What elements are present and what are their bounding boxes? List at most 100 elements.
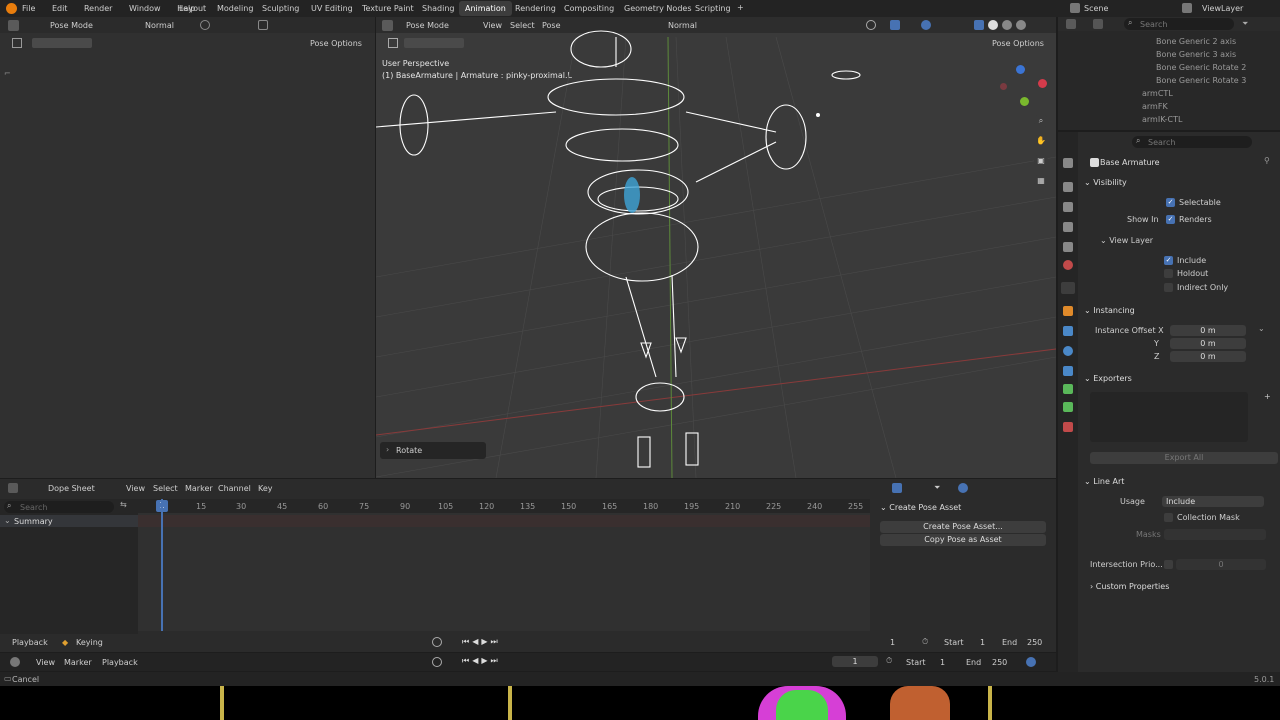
blender-logo-icon[interactable] — [6, 3, 17, 14]
tab-layout[interactable]: Layout — [179, 4, 206, 13]
properties-search[interactable]: ⌕ Search — [1132, 136, 1252, 148]
editor-type-icon[interactable] — [8, 20, 19, 31]
instancing-header[interactable]: ⌄ Instancing — [1084, 304, 1276, 317]
line-art-header[interactable]: ⌄ Line Art — [1084, 475, 1276, 488]
visibility-header[interactable]: ⌄ Visibility — [1084, 176, 1276, 189]
scene-selector[interactable]: Scene — [1084, 4, 1108, 13]
timeline-menu-playback[interactable]: Playback — [102, 658, 138, 667]
snapping-icon[interactable] — [958, 483, 968, 493]
dope-playback-menu[interactable]: Playback — [12, 638, 48, 647]
instance-offset-x[interactable]: 0 m — [1170, 325, 1246, 336]
dope-frame-field[interactable]: 1 — [890, 638, 895, 647]
swap-icon[interactable]: ⇆ — [120, 500, 127, 509]
tab-animation[interactable]: Animation — [459, 1, 512, 16]
camera-view-icon[interactable]: ▣ — [1034, 154, 1048, 168]
left-proportional-icon[interactable] — [258, 20, 268, 30]
tab-view-layer-icon[interactable] — [1063, 222, 1073, 232]
include-toggle[interactable]: ✓ Include — [1164, 254, 1206, 267]
exporters-list[interactable] — [1090, 392, 1248, 442]
timeline-sync-icon[interactable] — [1026, 657, 1036, 667]
keyframe-area[interactable] — [138, 499, 870, 631]
indirect-only-checkbox[interactable] — [1164, 283, 1173, 292]
usage-dropdown[interactable]: Include — [1162, 496, 1264, 507]
dope-sheet-menu-channel[interactable]: Channel — [218, 484, 251, 493]
tab-tool-icon[interactable] — [1063, 158, 1073, 168]
gizmo-neg-x[interactable] — [1000, 83, 1007, 90]
masks-field[interactable] — [1164, 529, 1266, 540]
chevron-down-icon[interactable]: ⌄ — [1258, 324, 1265, 333]
left-snap-icon[interactable] — [200, 20, 210, 30]
tab-scene-icon[interactable] — [1063, 242, 1073, 252]
collection-mask-checkbox[interactable] — [1164, 513, 1173, 522]
outliner-editor-icon[interactable] — [1066, 19, 1076, 29]
tab-output-icon[interactable] — [1063, 202, 1073, 212]
zoom-icon[interactable]: ⌕ — [1034, 114, 1048, 128]
outliner-item[interactable]: Bone Generic Rotate 3 — [1156, 74, 1246, 87]
left-select-tool-icon[interactable] — [12, 38, 22, 48]
pan-hand-icon[interactable]: ✋ — [1034, 134, 1048, 148]
add-workspace-icon[interactable]: + — [737, 3, 744, 12]
custom-properties-header[interactable]: › Custom Properties — [1090, 580, 1169, 593]
tab-bone-constraint-icon[interactable] — [1063, 422, 1073, 432]
holdout-checkbox[interactable] — [1164, 269, 1173, 278]
instance-offset-y[interactable]: 0 m — [1170, 338, 1246, 349]
filter-icon[interactable]: ⏷ — [934, 483, 940, 493]
auto-key-icon[interactable] — [432, 657, 442, 667]
outliner-item[interactable]: Bone Generic 3 axis — [1156, 48, 1236, 61]
outliner-item[interactable]: armIK-CTL — [1142, 113, 1182, 126]
armature-wireframe[interactable] — [376, 17, 1056, 478]
selectable-toggle[interactable]: ✓ Selectable — [1166, 196, 1221, 209]
export-all-button[interactable]: Export All — [1090, 452, 1278, 464]
tab-geometry-nodes[interactable]: Geometry Nodes — [624, 4, 691, 13]
add-exporter-icon[interactable]: + — [1264, 392, 1271, 401]
outliner-item[interactable]: Bone Generic 2 axis — [1156, 35, 1236, 48]
outliner-item[interactable]: Bone Generic Rotate 2 — [1156, 61, 1246, 74]
dope-sheet-menu-select[interactable]: Select — [153, 484, 178, 493]
last-operator-panel[interactable]: › Rotate — [380, 442, 486, 459]
left-orientation-selector[interactable]: Normal — [145, 21, 174, 30]
tab-texture-paint[interactable]: Texture Paint — [362, 4, 414, 13]
transport-controls[interactable]: ⏮◀▶⏭ — [462, 656, 501, 666]
renders-checkbox[interactable]: ✓ — [1166, 215, 1175, 224]
tab-render-icon[interactable] — [1063, 182, 1073, 192]
left-pose-options[interactable]: Pose Options — [310, 39, 362, 48]
tab-rendering[interactable]: Rendering — [515, 4, 556, 13]
tab-bone-icon[interactable] — [1063, 402, 1073, 412]
menu-edit[interactable]: Edit — [52, 4, 68, 13]
copy-pose-as-asset-button[interactable]: Copy Pose as Asset — [880, 534, 1046, 546]
tab-collection-icon[interactable] — [1061, 282, 1075, 294]
timeline-start-field[interactable]: 1 — [940, 658, 945, 667]
timeline-end-field[interactable]: 250 — [992, 658, 1007, 667]
intersection-checkbox[interactable] — [1164, 560, 1173, 569]
filter-icon[interactable]: ⏷ — [1242, 19, 1248, 29]
menu-window[interactable]: Window — [129, 4, 161, 13]
create-pose-panel-header[interactable]: ⌄ Create Pose Asset — [880, 501, 961, 514]
timeline-editor-icon[interactable] — [10, 657, 20, 667]
navigation-gizmo[interactable] — [996, 65, 1048, 111]
dope-sheet-menu-view[interactable]: View — [126, 484, 145, 493]
tab-shading[interactable]: Shading — [422, 4, 455, 13]
menu-render[interactable]: Render — [84, 4, 112, 13]
timeline-frame-field[interactable]: 1 — [832, 656, 878, 667]
tab-sculpting[interactable]: Sculpting — [262, 4, 299, 13]
tab-modeling[interactable]: Modeling — [217, 4, 253, 13]
menu-file[interactable]: File — [22, 4, 35, 13]
instance-offset-z[interactable]: 0 m — [1170, 351, 1246, 362]
outliner-search[interactable]: ⌕ Search — [1124, 18, 1234, 30]
left-mode-selector[interactable]: Pose Mode — [50, 21, 93, 30]
tab-uv-editing[interactable]: UV Editing — [311, 4, 353, 13]
dope-auto-key-icon[interactable] — [432, 637, 442, 647]
tab-modifier-icon[interactable] — [1063, 326, 1073, 336]
selectable-checkbox[interactable]: ✓ — [1166, 198, 1175, 207]
intersection-field[interactable]: 0 — [1176, 559, 1266, 570]
tab-physics-icon[interactable] — [1063, 346, 1073, 356]
tab-compositing[interactable]: Compositing — [564, 4, 614, 13]
collection-mask-toggle[interactable]: Collection Mask — [1164, 511, 1240, 524]
outliner-item[interactable]: armFK — [1142, 100, 1168, 113]
indirect-only-toggle[interactable]: Indirect Only — [1164, 281, 1228, 294]
gizmo-y-axis[interactable] — [1020, 97, 1029, 106]
tab-constraints-icon[interactable] — [1063, 366, 1073, 376]
dope-sheet-menu-key[interactable]: Key — [258, 484, 273, 493]
tab-scripting[interactable]: Scripting — [695, 4, 731, 13]
view-layer-subpanel[interactable]: ⌄ View Layer — [1100, 234, 1153, 247]
